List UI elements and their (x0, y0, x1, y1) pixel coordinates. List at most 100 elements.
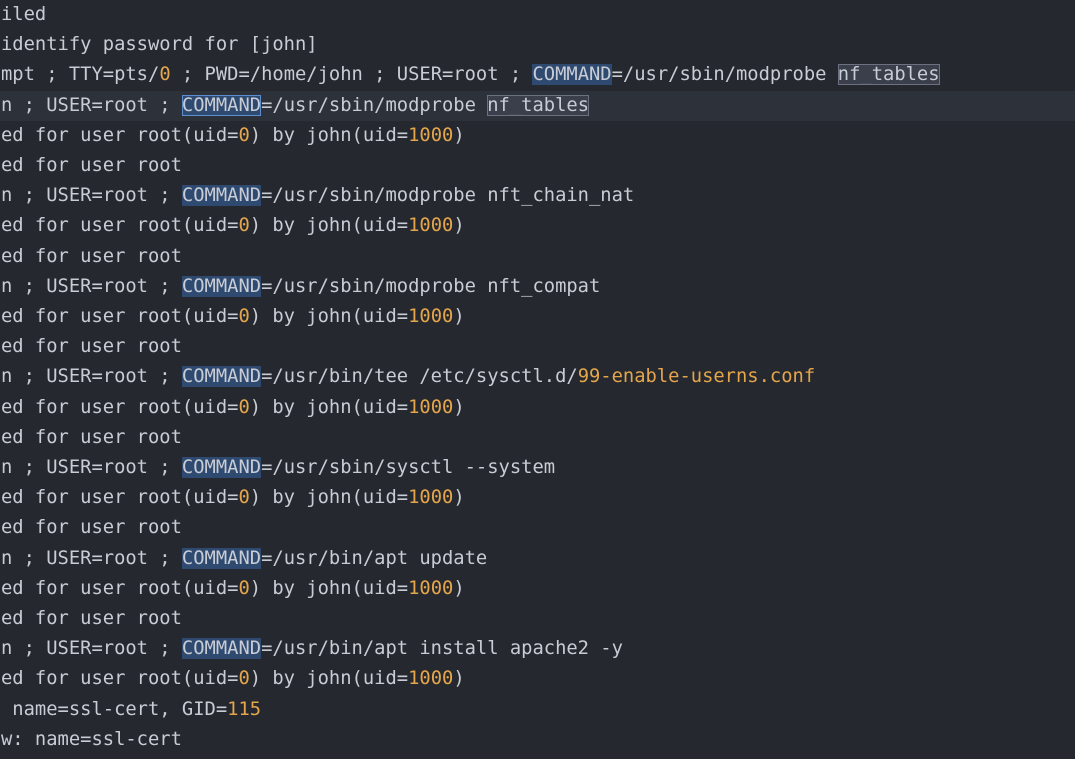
search-highlight-command: COMMAND (181, 547, 262, 569)
log-text: ed for user root(uid= (1, 487, 239, 509)
log-line[interactable]: identify password for [john] (0, 30, 318, 60)
log-text: ) by john(uid= (249, 577, 409, 599)
log-text: ed for user root (1, 426, 182, 448)
log-text: ed for user root (1, 608, 182, 629)
log-line[interactable]: ed for user root(uid=0) by john(uid=1000… (0, 393, 465, 423)
log-line[interactable]: n ; USER=root ; COMMAND=/usr/sbin/sysctl… (0, 453, 555, 483)
number-token: 0 (238, 215, 250, 237)
log-text: ed for user root(uid= (1, 306, 239, 327)
number-token: 1000 (408, 124, 454, 146)
number-token: 1000 (408, 396, 454, 418)
log-text: ed for user root (1, 517, 182, 539)
selection-match-highlight: nf_tables (837, 64, 940, 86)
log-line[interactable]: n ; USER=root ; COMMAND=/usr/bin/apt ins… (0, 634, 623, 664)
search-highlight-command: COMMAND (181, 366, 262, 388)
search-highlight-command: COMMAND (181, 94, 262, 116)
log-text: =/usr/bin/tee /etc/sysctl.d/ (261, 366, 578, 388)
log-line[interactable]: ed for user root (0, 513, 182, 543)
log-text: n ; USER=root ; (1, 185, 182, 207)
log-text: ) by john(uid= (249, 487, 409, 509)
log-text: ) by john(uid= (249, 124, 409, 146)
log-line[interactable]: ed for user root (0, 423, 182, 453)
log-text: ; PWD=/home/john ; USER=root ; (170, 64, 533, 86)
log-text: ) by john(uid= (249, 306, 409, 327)
number-token: 1000 (408, 306, 454, 327)
log-text: n ; USER=root ; (1, 638, 182, 660)
log-line[interactable]: ed for user root (0, 151, 182, 181)
log-text: ed for user root(uid= (1, 668, 239, 690)
search-highlight-command: COMMAND (532, 64, 612, 86)
selection-match-highlight: nf_tables (487, 94, 589, 116)
log-line[interactable]: ed for user root (0, 242, 182, 272)
log-line[interactable]: n ; USER=root ; COMMAND=/usr/sbin/modpro… (0, 181, 634, 211)
log-line[interactable]: ed for user root(uid=0) by john(uid=1000… (0, 483, 465, 513)
current-log-line[interactable]: n ; USER=root ; COMMAND=/usr/sbin/modpro… (0, 90, 1075, 121)
log-text: n ; USER=root ; (1, 547, 182, 569)
number-token: 0 (238, 487, 250, 509)
log-text: =/usr/bin/apt install apache2 -y (261, 638, 623, 660)
log-line[interactable]: mpt ; TTY=pts/0 ; PWD=/home/john ; USER=… (0, 60, 940, 90)
log-text: ) (453, 306, 465, 327)
log-text: ) by john(uid= (249, 668, 409, 690)
log-line[interactable]: ed for user root (0, 332, 182, 362)
number-token: 0 (238, 124, 250, 146)
number-token: 0 (238, 577, 250, 599)
search-highlight-command: COMMAND (181, 275, 262, 297)
log-line[interactable]: n ; USER=root ; COMMAND=/usr/sbin/modpro… (0, 272, 600, 302)
log-text: ) by john(uid= (249, 215, 409, 237)
number-token: 0 (238, 306, 250, 327)
log-text-editor[interactable]: iled identify password for [john] mpt ; TT… (0, 0, 1075, 759)
log-text: n ; USER=root ; (1, 457, 182, 478)
number-token: 99-enable-userns.conf (577, 366, 816, 388)
search-highlight-command: COMMAND (181, 638, 262, 660)
log-text: n ; USER=root ; (1, 366, 182, 388)
log-text: iled (1, 4, 47, 25)
log-text: ) by john(uid= (249, 396, 409, 418)
log-text: ed for user root(uid= (1, 577, 239, 599)
number-token: 1000 (408, 487, 454, 509)
log-text: =/usr/sbin/modprobe (611, 64, 838, 86)
log-text: =/usr/bin/apt update (261, 547, 488, 569)
log-text: =/usr/sbin/modprobe nft_chain_nat (261, 185, 635, 207)
log-line[interactable]: ed for user root(uid=0) by john(uid=1000… (0, 574, 465, 604)
log-text: ) (453, 487, 465, 509)
log-line[interactable]: ed for user root(uid=0) by john(uid=1000… (0, 211, 465, 241)
log-line[interactable]: n ; USER=root ; COMMAND=/usr/bin/apt upd… (0, 544, 487, 574)
log-text: n ; USER=root ; (1, 275, 182, 297)
search-highlight-command: COMMAND (181, 457, 262, 478)
log-text: =/usr/sbin/modprobe (261, 94, 488, 116)
log-text: mpt ; TTY=pts/ (1, 64, 160, 86)
log-text: name=ssl-cert, GID= (1, 698, 228, 720)
log-text: ed for user root (1, 336, 182, 358)
log-text: =/usr/sbin/modprobe nft_compat (261, 275, 601, 297)
log-text: ) (453, 215, 465, 237)
log-text: =/usr/sbin/sysctl --system (261, 457, 556, 478)
log-text: ed for user root (1, 245, 182, 267)
log-line[interactable]: iled (0, 0, 46, 30)
number-token: 0 (159, 64, 171, 86)
log-text: identify password for [john] (1, 34, 318, 56)
log-line[interactable]: ed for user root (0, 604, 182, 634)
log-line[interactable]: n ; USER=root ; COMMAND=/usr/bin/tee /et… (0, 362, 815, 392)
log-text: ed for user root (1, 155, 182, 176)
log-line[interactable]: name=ssl-cert, GID=115 (0, 695, 261, 725)
log-line[interactable]: w: name=ssl-cert (0, 725, 182, 755)
log-text: ed for user root(uid= (1, 396, 239, 418)
log-line[interactable]: ed for user root(uid=0) by john(uid=1000… (0, 121, 465, 151)
log-text: w: name=ssl-cert (1, 728, 182, 750)
number-token: 0 (238, 396, 250, 418)
log-line[interactable]: ed for user root(uid=0) by john(uid=1000… (0, 664, 465, 694)
number-token: 115 (227, 698, 262, 720)
log-text: ) (453, 577, 465, 599)
log-text: ed for user root(uid= (1, 215, 239, 237)
log-text: n ; USER=root ; (1, 94, 182, 116)
log-text: ) (453, 124, 465, 146)
number-token: 0 (238, 668, 250, 690)
number-token: 1000 (408, 668, 454, 690)
search-highlight-command: COMMAND (181, 185, 262, 207)
log-text: ) (453, 396, 465, 418)
number-token: 1000 (408, 215, 454, 237)
log-line[interactable]: ed for user root(uid=0) by john(uid=1000… (0, 302, 465, 332)
number-token: 1000 (408, 577, 454, 599)
log-text: ed for user root(uid= (1, 124, 239, 146)
